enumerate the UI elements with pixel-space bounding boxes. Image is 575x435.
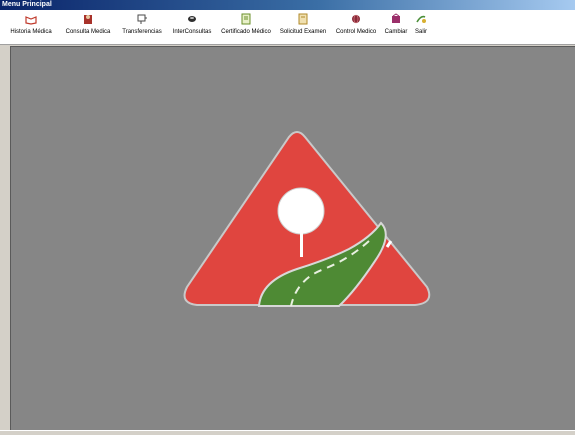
- toolbar-label: Transferencias: [122, 29, 162, 35]
- toolbar-label: Consulta Medica: [65, 29, 111, 35]
- toolbar-label: Control Medico: [335, 29, 377, 35]
- main-window: Menu Principal Historia Médica Consulta …: [0, 0, 575, 435]
- consulta-medica-button[interactable]: Consulta Medica: [62, 10, 114, 44]
- toolbar-label: Cambiar: [384, 29, 408, 35]
- main-content-area: [10, 46, 575, 430]
- interconsultas-button[interactable]: InterConsultas: [169, 10, 215, 44]
- phone-icon: [188, 16, 196, 22]
- salir-button[interactable]: Salir: [413, 10, 429, 44]
- monitor-icon: [137, 14, 147, 24]
- toolbar-label: Salir: [414, 29, 427, 35]
- cambiar-button[interactable]: Cambiar: [383, 10, 409, 44]
- toolbar-label: InterConsultas: [172, 29, 212, 35]
- main-toolbar: Historia Médica Consulta Medica Transfer…: [0, 10, 575, 45]
- control-medico-button[interactable]: Control Medico: [334, 10, 378, 44]
- toolbar-label: Historia Médica: [10, 29, 52, 35]
- globe-icon: [352, 14, 360, 24]
- status-strip: [0, 430, 575, 435]
- window-title: Menu Principal: [0, 0, 575, 10]
- doctor-icon: [84, 15, 92, 24]
- certificate-icon: [241, 13, 251, 25]
- document-icon: [298, 13, 308, 25]
- transferencias-button[interactable]: Transferencias: [117, 10, 167, 44]
- exit-icon: [416, 15, 426, 23]
- switch-icon: [392, 13, 400, 23]
- toolbar-label: Certificado Médico: [221, 29, 271, 35]
- logo-circle: [277, 187, 325, 235]
- solicitud-examen-button[interactable]: Solicitud Examen: [278, 10, 328, 44]
- toolbar-label: Solicitud Examen: [279, 29, 327, 35]
- left-gutter: [0, 45, 10, 430]
- certificado-medico-button[interactable]: Certificado Médico: [218, 10, 274, 44]
- historia-medica-button[interactable]: Historia Médica: [5, 10, 57, 44]
- triangle-road-logo: [183, 131, 431, 307]
- book-icon: [25, 16, 37, 25]
- logo-trunk: [300, 231, 303, 257]
